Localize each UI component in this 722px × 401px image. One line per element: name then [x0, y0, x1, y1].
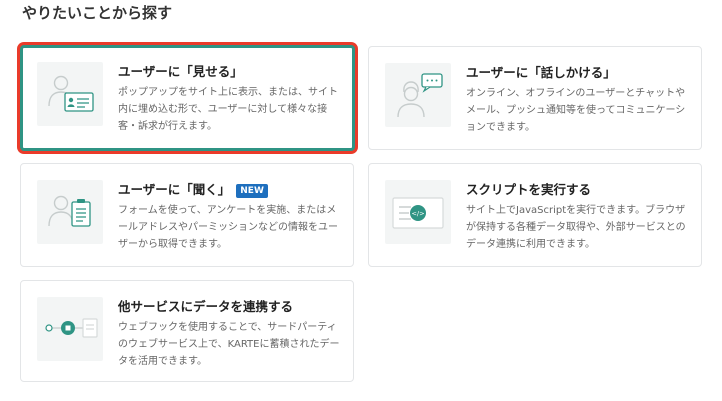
- card-talk-to-user[interactable]: ユーザーに「話しかける」 オンライン、オフラインのユーザーとチャットやメール、プ…: [368, 46, 702, 150]
- person-with-id-card-icon: [37, 62, 103, 126]
- card-title: スクリプトを実行する: [466, 182, 592, 197]
- new-badge: NEW: [236, 184, 268, 198]
- card-title: ユーザーに「話しかける」: [466, 65, 616, 80]
- card-run-script[interactable]: </> スクリプトを実行する サイト上でJavaScriptを実行できます。ブラ…: [368, 163, 702, 267]
- card-show-to-user[interactable]: ユーザーに「見せる」 ポップアップをサイト上に表示、または、サイト内に埋め込む形…: [20, 45, 355, 151]
- script-code-icon: </>: [385, 180, 451, 244]
- person-with-speech-bubble-icon: [385, 63, 451, 127]
- card-data-link[interactable]: 他サービスにデータを連携する ウェブフックを使用することで、サードパーティのウェ…: [20, 280, 354, 382]
- card-description: フォームを使って、アンケートを実施、またはメールアドレスやパーミッションなどの情…: [118, 205, 338, 250]
- card-title: ユーザーに「見せる」: [118, 64, 243, 79]
- data-link-icon: [37, 297, 103, 361]
- card-title-text: ユーザーに「聞く」: [118, 182, 231, 197]
- card-title: ユーザーに「聞く」 NEW: [118, 181, 268, 199]
- person-with-form-icon: [37, 180, 103, 244]
- svg-text:</>: </>: [411, 210, 424, 218]
- card-description: ポップアップをサイト上に表示、または、サイト内に埋め込む形で、ユーザーに対して様…: [118, 87, 338, 132]
- card-ask-user[interactable]: ユーザーに「聞く」 NEW フォームを使って、アンケートを実施、またはメールアドレ…: [20, 163, 354, 267]
- card-description: ウェブフックを使用することで、サードパーティのウェブサービス上で、KARTEに蓄…: [118, 322, 340, 367]
- card-title: 他サービスにデータを連携する: [118, 299, 294, 314]
- card-description: サイト上でJavaScriptを実行できます。ブラウザが保持する各種データ取得や…: [466, 205, 686, 250]
- card-description: オンライン、オフラインのユーザーとチャットやメール、プッシュ通知等を使ってコミュ…: [466, 88, 686, 133]
- page-title: やりたいことから探す: [22, 4, 173, 22]
